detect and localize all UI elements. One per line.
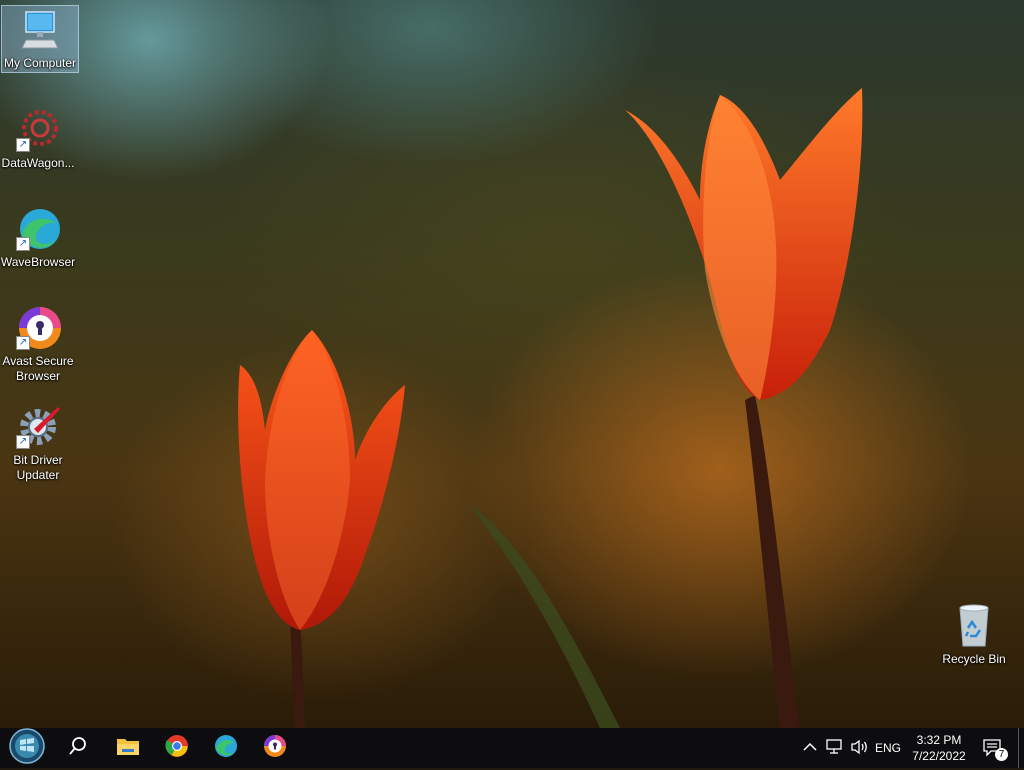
recycle-bin-icon xyxy=(950,602,998,650)
notification-count-badge: 7 xyxy=(995,748,1008,761)
desktop-icon-label: Avast Secure Browser xyxy=(2,354,74,383)
taskbar-file-explorer[interactable] xyxy=(104,728,152,768)
desktop-icon-label: DataWagon... xyxy=(1,156,75,170)
volume-tray-button[interactable] xyxy=(848,728,872,768)
wavebrowser-icon xyxy=(214,734,238,763)
clock-time: 3:32 PM xyxy=(916,733,962,747)
clock-date: 7/22/2022 xyxy=(912,749,966,763)
language-label: ENG xyxy=(874,741,901,755)
shortcut-arrow-icon: ↗ xyxy=(16,237,30,251)
desktop-icon-recycle-bin[interactable]: Recycle Bin xyxy=(936,602,1012,667)
start-button[interactable] xyxy=(3,727,51,770)
bit-driver-updater-icon: ↗ xyxy=(14,403,62,451)
desktop-icon-datawagon[interactable]: ↗ DataWagon... xyxy=(0,106,76,171)
taskbar-wavebrowser[interactable] xyxy=(202,728,250,768)
search-button[interactable] xyxy=(54,728,102,768)
desktop-icon-label: Recycle Bin xyxy=(942,652,1006,666)
chrome-icon xyxy=(165,734,189,763)
folder-icon xyxy=(116,735,140,762)
desktop-wallpaper xyxy=(0,0,1024,728)
tulip-wallpaper-art xyxy=(238,88,863,728)
desktop-icon-label: WaveBrowser xyxy=(0,255,76,269)
computer-icon xyxy=(16,6,64,54)
desktop-icon-avast-secure-browser[interactable]: ↗ Avast Secure Browser xyxy=(0,304,76,384)
taskbar-chrome[interactable] xyxy=(153,728,201,768)
search-icon xyxy=(68,736,88,761)
show-hidden-icons-button[interactable] xyxy=(800,728,820,768)
taskbar-avast-secure-browser[interactable] xyxy=(251,728,299,768)
shortcut-arrow-icon: ↗ xyxy=(16,435,30,449)
input-language-indicator[interactable]: ENG xyxy=(873,728,903,768)
taskbar: ENG 3:32 PM 7/22/2022 7 xyxy=(0,727,1024,770)
shortcut-arrow-icon: ↗ xyxy=(16,336,30,350)
notification-icon: 7 xyxy=(982,738,1008,761)
desktop-icon-label: Bit Driver Updater xyxy=(13,453,63,482)
wavebrowser-icon: ↗ xyxy=(14,205,62,253)
clock[interactable]: 3:32 PM 7/22/2022 xyxy=(906,728,972,768)
shortcut-arrow-icon: ↗ xyxy=(16,138,30,152)
start-orb-icon xyxy=(8,727,46,770)
network-tray-button[interactable] xyxy=(823,728,847,768)
show-desktop-button[interactable] xyxy=(1018,728,1024,768)
desktop-icon-bit-driver-updater[interactable]: ↗ Bit Driver Updater xyxy=(0,403,76,483)
avast-secure-browser-icon: ↗ xyxy=(14,304,62,352)
desktop-icon-label: My Computer xyxy=(3,56,77,70)
network-icon xyxy=(826,738,844,758)
desktop-icon-my-computer[interactable]: My Computer xyxy=(1,5,79,73)
datawagon-icon: ↗ xyxy=(14,106,62,154)
speaker-icon xyxy=(850,739,870,758)
avast-secure-browser-icon xyxy=(263,734,287,763)
chevron-up-icon xyxy=(803,741,817,755)
action-center-button[interactable]: 7 xyxy=(976,728,1010,768)
desktop-icon-wavebrowser[interactable]: ↗ WaveBrowser xyxy=(0,205,76,270)
